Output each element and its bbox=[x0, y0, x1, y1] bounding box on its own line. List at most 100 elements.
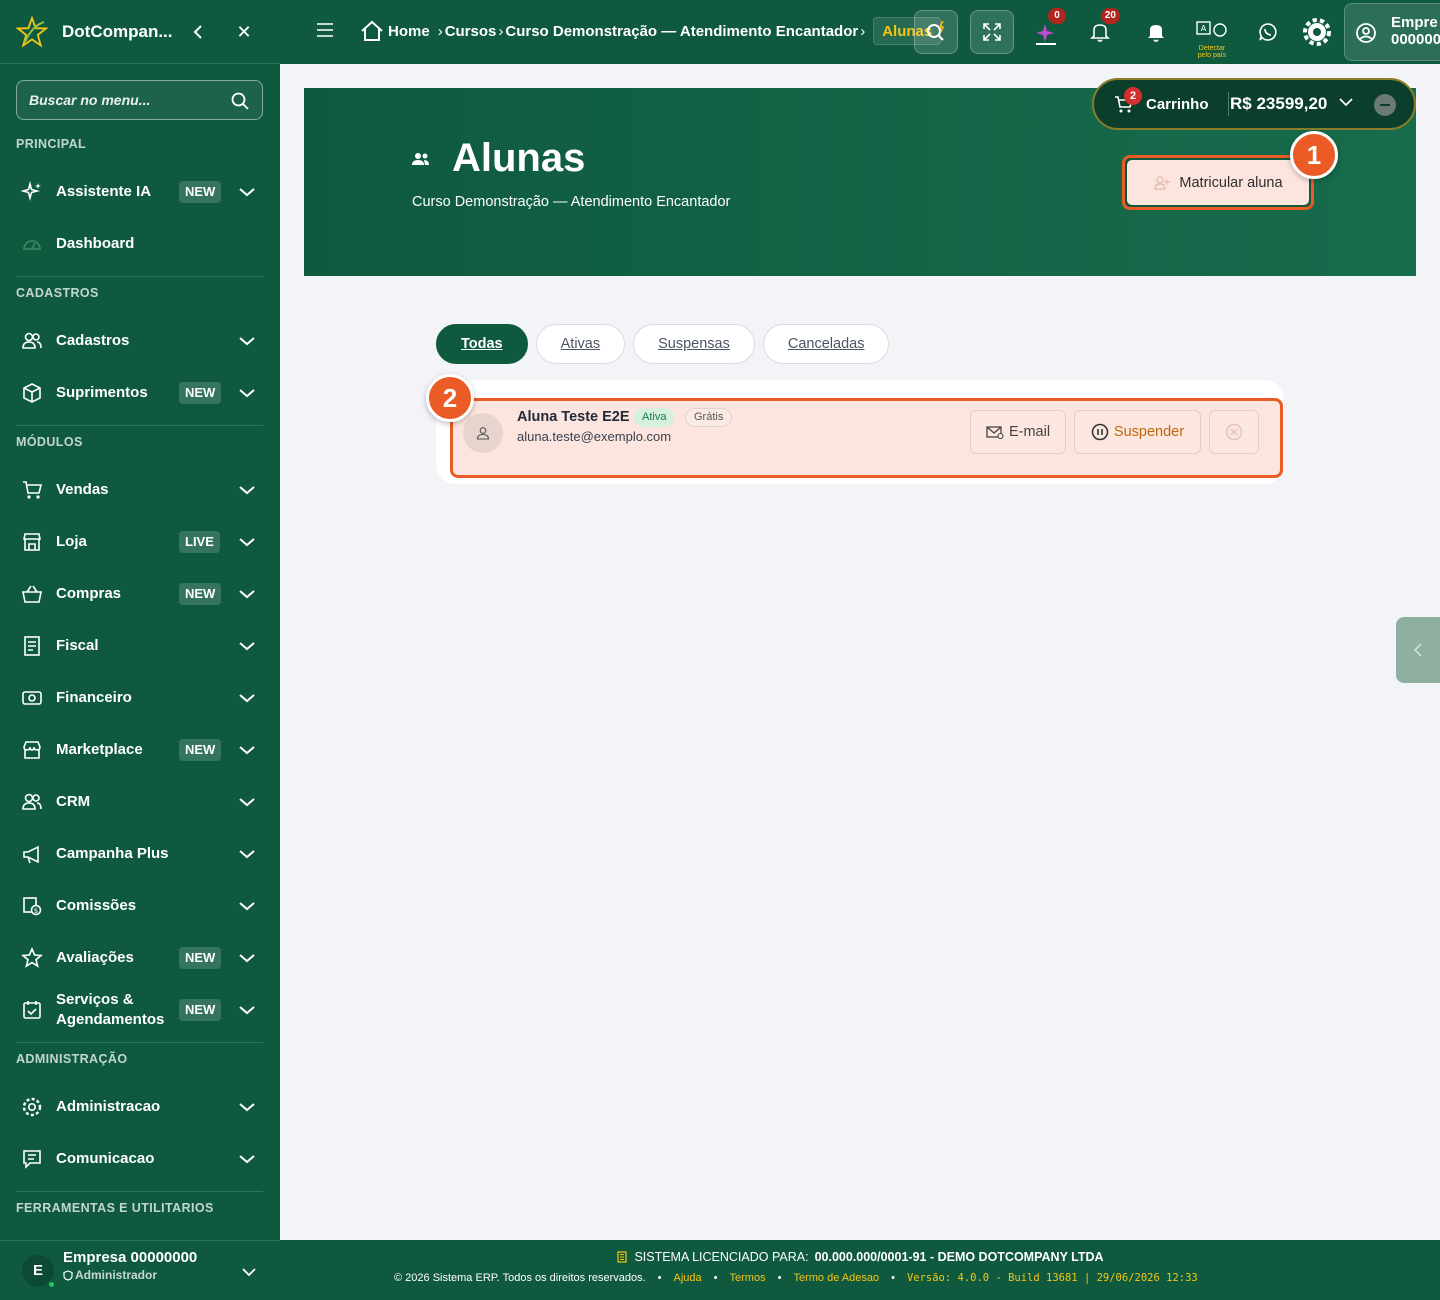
breadcrumb-curso[interactable]: Curso Demonstração — Atendimento Encanta… bbox=[505, 23, 858, 40]
sidebar-item-label: Serviços & Agendamentos bbox=[56, 990, 164, 1030]
adhesion-terms-link[interactable]: Termo de Adesao bbox=[793, 1272, 879, 1284]
sidebar-item-label: Assistente IA bbox=[56, 183, 152, 200]
user-role-label: Administrador bbox=[75, 1268, 158, 1282]
chevron-down-icon[interactable] bbox=[237, 948, 257, 968]
chevron-down-icon[interactable] bbox=[237, 844, 257, 864]
sidebar-item-loja[interactable]: Loja LIVE bbox=[0, 520, 280, 564]
detect-country-button[interactable]: A Detectar pelo país bbox=[1192, 20, 1232, 59]
sidebar-item-avaliacoes[interactable]: Avaliações NEW bbox=[0, 936, 280, 980]
tab-ativas[interactable]: Ativas bbox=[535, 324, 626, 364]
chevron-down-icon[interactable] bbox=[237, 740, 257, 760]
money-icon bbox=[20, 686, 44, 710]
star-logo-icon bbox=[16, 15, 48, 48]
cart-widget[interactable]: 2 Carrinho R$ 23599,20 bbox=[1092, 78, 1416, 130]
hamburger-menu-icon[interactable] bbox=[316, 22, 334, 43]
chevron-down-icon[interactable] bbox=[237, 1149, 257, 1169]
sidebar-item-label: Suprimentos bbox=[56, 384, 148, 401]
chevron-down-icon[interactable] bbox=[237, 480, 257, 500]
chevron-down-icon[interactable] bbox=[237, 584, 257, 604]
close-icon[interactable]: ✕ bbox=[234, 20, 254, 44]
chevron-down-icon[interactable] bbox=[237, 532, 257, 552]
notifications-button[interactable]: 20 bbox=[1078, 8, 1122, 54]
chevron-down-icon[interactable] bbox=[237, 636, 257, 656]
copyright: © 2026 Sistema ERP. Todos os direitos re… bbox=[394, 1272, 646, 1284]
terms-link[interactable]: Termos bbox=[730, 1272, 766, 1284]
sidebar-item-label: Comunicacao bbox=[56, 1150, 155, 1167]
whatsapp-button[interactable] bbox=[1246, 10, 1290, 54]
sidebar-item-cadastros[interactable]: Cadastros bbox=[0, 319, 280, 363]
home-icon[interactable] bbox=[360, 19, 384, 43]
sidebar-item-label: Administracao bbox=[56, 1098, 161, 1115]
avatar bbox=[463, 413, 503, 453]
settings-button[interactable] bbox=[1295, 10, 1339, 54]
company-selector[interactable]: Empre 000000 bbox=[1344, 3, 1440, 61]
enroll-button-highlight: Matricular aluna bbox=[1122, 155, 1314, 210]
sidebar-item-assistente[interactable]: Assistente IA NEW bbox=[0, 170, 280, 214]
quick-search-button[interactable] bbox=[914, 10, 958, 54]
sidebar-item-label: CRM bbox=[56, 793, 91, 810]
pause-circle-icon bbox=[1091, 423, 1109, 441]
users-icon bbox=[20, 790, 44, 814]
sidebar-item-suprimentos[interactable]: Suprimentos NEW bbox=[0, 371, 280, 415]
chevron-down-icon[interactable] bbox=[237, 1097, 257, 1117]
user-name: Empresa 00000000 bbox=[63, 1249, 198, 1266]
menu-search-input[interactable] bbox=[29, 92, 219, 108]
sidebar-item-vendas[interactable]: Vendas bbox=[0, 468, 280, 512]
gear-icon bbox=[1303, 18, 1331, 46]
sidebar-item-campanha[interactable]: Campanha Plus bbox=[0, 832, 280, 876]
breadcrumb-separator: › bbox=[860, 22, 866, 40]
chevron-down-icon[interactable] bbox=[237, 331, 257, 351]
search-icon[interactable] bbox=[230, 91, 250, 116]
chevron-down-icon[interactable] bbox=[237, 383, 257, 403]
side-panel-toggle[interactable] bbox=[1396, 617, 1440, 683]
cancel-enrollment-button[interactable] bbox=[1209, 410, 1259, 454]
sidebar-item-compras[interactable]: Compras NEW bbox=[0, 572, 280, 616]
collapse-sidebar-icon[interactable] bbox=[188, 20, 208, 44]
svg-text:A: A bbox=[1201, 24, 1207, 33]
sidebar-item-label: Loja bbox=[56, 533, 87, 550]
divider bbox=[16, 276, 263, 277]
x-circle-icon bbox=[1225, 423, 1243, 441]
tab-canceladas[interactable]: Canceladas bbox=[762, 324, 890, 364]
chevron-down-icon[interactable] bbox=[237, 896, 257, 916]
fullscreen-button[interactable] bbox=[970, 10, 1014, 54]
ai-assistant-button[interactable]: 0 bbox=[1024, 8, 1068, 54]
user-menu[interactable]: E Empresa 00000000 Administrador bbox=[0, 1240, 280, 1300]
sidebar-item-marketplace[interactable]: Marketplace NEW bbox=[0, 728, 280, 772]
chevron-down-icon[interactable] bbox=[237, 688, 257, 708]
email-button[interactable]: E-mail bbox=[970, 410, 1066, 454]
sidebar-item-servicos[interactable]: Serviços & Agendamentos NEW bbox=[0, 988, 280, 1032]
chevron-down-icon[interactable] bbox=[1338, 94, 1354, 115]
sidebar-item-crm[interactable]: CRM bbox=[0, 780, 280, 824]
help-link[interactable]: Ajuda bbox=[674, 1272, 702, 1284]
sidebar-item-label: Marketplace bbox=[56, 741, 143, 758]
alerts-button[interactable] bbox=[1134, 10, 1178, 54]
sidebar-item-fiscal[interactable]: Fiscal bbox=[0, 624, 280, 668]
new-badge: NEW bbox=[179, 382, 222, 404]
chevron-down-icon[interactable] bbox=[242, 1263, 256, 1281]
tab-suspensas[interactable]: Suspensas bbox=[633, 324, 755, 364]
chevron-down-icon[interactable] bbox=[237, 182, 257, 202]
breadcrumb-home[interactable]: Home bbox=[388, 23, 430, 40]
online-indicator bbox=[47, 1279, 56, 1289]
sidebar-item-label: Financeiro bbox=[56, 689, 132, 706]
sidebar-item-dashboard[interactable]: Dashboard bbox=[0, 222, 280, 266]
sidebar-item-administracao[interactable]: Administracao bbox=[0, 1085, 280, 1129]
minimize-cart-button[interactable] bbox=[1374, 94, 1396, 116]
calendar-check-icon bbox=[20, 998, 44, 1022]
chevron-down-icon[interactable] bbox=[237, 792, 257, 812]
chevron-down-icon[interactable] bbox=[237, 1000, 257, 1020]
sidebar-item-label: Campanha Plus bbox=[56, 845, 169, 862]
sidebar-item-comissoes[interactable]: $ Comissões bbox=[0, 884, 280, 928]
breadcrumb-cursos[interactable]: Cursos bbox=[445, 23, 497, 40]
sidebar-item-financeiro[interactable]: Financeiro bbox=[0, 676, 280, 720]
new-badge: NEW bbox=[179, 583, 222, 605]
footer: SISTEMA LICENCIADO PARA: 00.000.000/0001… bbox=[280, 1240, 1440, 1300]
suspend-button[interactable]: Suspender bbox=[1074, 410, 1201, 454]
receipt-icon bbox=[20, 634, 44, 658]
user-icon bbox=[476, 427, 490, 440]
enroll-student-button[interactable]: Matricular aluna bbox=[1127, 160, 1309, 205]
sidebar-item-comunicacao[interactable]: Comunicacao bbox=[0, 1137, 280, 1181]
tab-todas[interactable]: Todas bbox=[436, 324, 528, 364]
search-bolt-icon bbox=[927, 20, 945, 41]
